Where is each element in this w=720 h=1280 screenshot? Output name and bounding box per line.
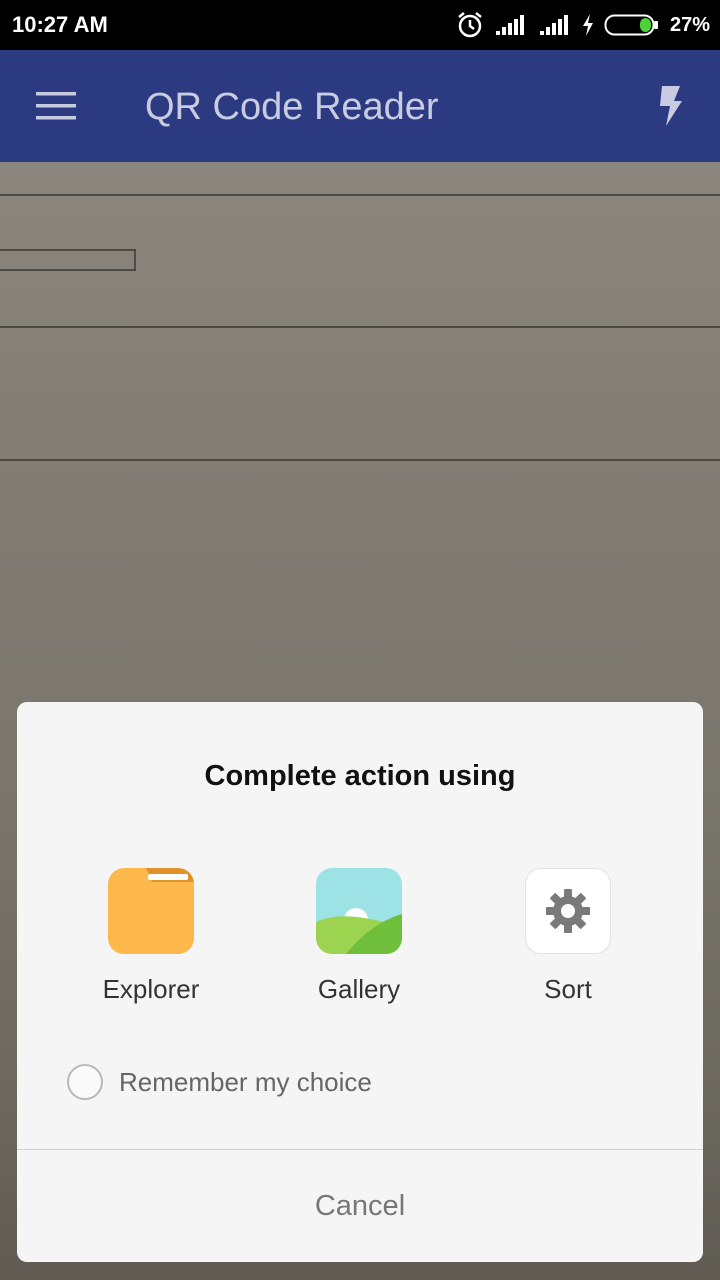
gear-icon: [525, 868, 611, 954]
status-bar: 10:27 AM 27%: [0, 0, 720, 50]
battery-percent: 27%: [669, 13, 710, 36]
app-choice-gallery[interactable]: Gallery: [259, 868, 459, 1005]
app-bar: QR Code Reader: [0, 50, 720, 162]
folder-icon: [108, 868, 194, 954]
signal-icon: [539, 15, 568, 35]
signal-icon: [495, 15, 524, 35]
hamburger-menu-icon[interactable]: [36, 90, 76, 122]
app-choice-explorer[interactable]: Explorer: [51, 868, 251, 1005]
charging-icon: [582, 14, 593, 36]
paper-box: [0, 249, 136, 271]
app-title: QR Code Reader: [145, 86, 439, 128]
battery-icon: [604, 14, 658, 36]
alarm-icon: [458, 12, 482, 38]
remember-radio[interactable]: [67, 1064, 103, 1100]
paper-line: [0, 459, 720, 461]
paper-line: [0, 194, 720, 196]
status-time: 10:27 AM: [12, 12, 108, 37]
app-label: Explorer: [102, 974, 200, 1004]
app-label: Sort: [544, 974, 592, 1004]
flash-icon[interactable]: [656, 84, 686, 128]
paper-line: [0, 326, 720, 328]
chooser-dialog: Complete action using Explorer Gallery S…: [17, 702, 703, 1262]
cancel-button[interactable]: Cancel: [17, 1150, 703, 1262]
app-label: Gallery: [317, 974, 401, 1004]
remember-choice[interactable]: Remember my choice: [67, 1062, 372, 1102]
dialog-title: Complete action using: [204, 760, 516, 792]
gallery-icon: [316, 868, 402, 954]
app-choices: Explorer Gallery Sort: [17, 868, 703, 1018]
app-choice-sort[interactable]: Sort: [468, 868, 668, 1005]
remember-label: Remember my choice: [119, 1066, 372, 1097]
status-icons: 27%: [456, 8, 710, 42]
